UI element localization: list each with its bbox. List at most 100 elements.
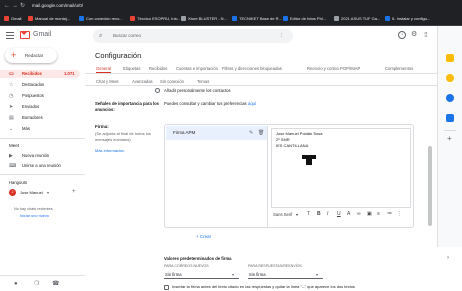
settings-gear-icon[interactable]: ⚙ [411, 31, 417, 39]
settings-subtab[interactable]: Avanzadas [132, 78, 153, 85]
bookmark-item[interactable]: 2021 ASUS TUF Ga... [334, 15, 384, 23]
search-icon[interactable]: ⌕ [99, 32, 102, 40]
keep-icon[interactable] [446, 74, 454, 82]
help-icon[interactable]: ? [398, 31, 406, 39]
person-icon[interactable]: ● [14, 280, 18, 288]
star-icon: ☆ [9, 82, 14, 88]
settings-tab[interactable]: Complementos [385, 65, 413, 72]
settings-tab[interactable]: Recibidos [149, 65, 167, 72]
sidebar-item-mas[interactable]: ⌄ Más [0, 125, 85, 133]
sidebar-item-pospuestos[interactable]: ◷ Pospuestos [0, 92, 85, 100]
page-title: Configuración [95, 51, 142, 60]
signature-panel: Firma APM ✎ 🗑 Jose Manuel Poldán Sosa 2º … [164, 124, 414, 228]
contacts-icon[interactable] [446, 114, 454, 122]
reload-icon[interactable]: ↻ [20, 2, 25, 10]
phone-icon[interactable]: ☎ [52, 280, 59, 288]
importance-text: Puedes consultar y cambiar tus preferenc… [164, 101, 247, 106]
bookmark-item[interactable]: Técnico ESOPRU, Inic... [130, 15, 180, 23]
settings-tab[interactable]: Cuentas e importación [176, 65, 218, 72]
signature-image [306, 159, 312, 165]
firma-more-info-link[interactable]: Más información [95, 148, 124, 154]
bookmark-item[interactable]: Con conexión reco... [79, 15, 129, 23]
settings-subtab[interactable]: Sin conexión [160, 78, 184, 85]
bookmark-label: 5- Instalar y configu... [392, 16, 431, 21]
add-addon-icon[interactable]: + [447, 134, 452, 143]
underline-icon[interactable]: U [337, 211, 341, 218]
hangouts-start-link[interactable]: Iniciar uno nuevo [20, 213, 49, 219]
meet-title: Meet [9, 143, 20, 148]
settings-subtab[interactable]: Chat y Meet [96, 78, 119, 85]
bookmark-item[interactable]: 5- Instalar y configu... [385, 15, 435, 23]
add-chat-button[interactable]: + [72, 188, 76, 196]
compose-button[interactable]: + Redactar [5, 48, 57, 63]
sidebar-item-destacados[interactable]: ☆ Destacados [0, 81, 85, 89]
bookmark-favicon-icon [28, 16, 33, 21]
link-icon[interactable]: ∞ [357, 211, 361, 218]
bookmark-item[interactable]: Xtore BLUSTER - N... [181, 15, 231, 23]
bookmark-favicon-icon [4, 16, 9, 21]
settings-tab[interactable]: Filtros y direcciones bloqueadas [222, 65, 282, 72]
text-size-icon[interactable]: T [307, 211, 310, 218]
clock-icon: ◷ [9, 93, 14, 99]
delete-trash-icon[interactable]: 🗑 [258, 129, 264, 137]
side-panel: + › [437, 26, 462, 261]
bookmark-item[interactable]: Editor de fotos Phl... [283, 15, 333, 23]
bookmark-item[interactable]: Manual de montaj... [28, 15, 78, 23]
search-box[interactable]: ⌕ Buscar correo ⫶ [93, 29, 293, 43]
settings-subtab[interactable]: Temas [197, 78, 209, 85]
text-color-icon[interactable]: A [347, 211, 350, 218]
signature-list-item[interactable]: Firma APM ✎ 🗑 [166, 126, 267, 140]
sidebar-item-recibidos[interactable]: ▭ Recibidos 1.071 [0, 70, 80, 78]
importance-link[interactable]: aquí [248, 101, 256, 107]
create-signature-button[interactable]: + Crear [196, 233, 211, 240]
signature-editor[interactable]: Jose Manuel Poldán Sosa 2º SMR IES CANTILL… [271, 128, 411, 208]
unread-count: 1.071 [64, 71, 75, 76]
chat-bubble-icon[interactable]: ❍ [34, 280, 39, 288]
search-options-icon[interactable]: ⫶ [281, 32, 282, 40]
reply-select[interactable]: Sin firma ▾ [248, 271, 323, 279]
bookmark-favicon-icon [385, 16, 390, 21]
settings-tab[interactable]: General [96, 65, 111, 73]
apps-grid-icon[interactable]: ⣿ [424, 31, 428, 39]
bookmark-item[interactable]: Gmail [4, 15, 26, 23]
bold-icon[interactable]: B [317, 211, 321, 218]
menu-icon[interactable] [6, 32, 14, 39]
align-icon[interactable]: ≡ [377, 211, 380, 218]
edit-pencil-icon[interactable]: ✎ [249, 129, 253, 137]
back-icon[interactable]: ← [4, 2, 10, 10]
italic-icon[interactable]: I [327, 211, 328, 218]
new-emails-label: PARA CORREOS NUEVOS [164, 264, 209, 268]
forward-icon[interactable]: → [12, 2, 18, 10]
font-selector[interactable]: Sans Serif [273, 211, 292, 218]
list-icon[interactable]: ≔ [387, 211, 392, 218]
main-scrollbar[interactable] [428, 146, 432, 226]
chevron-right-icon[interactable]: › [447, 254, 449, 262]
editor-scrollbar[interactable] [410, 131, 411, 205]
divider [444, 130, 456, 131]
settings-tab[interactable]: Etiquetas [123, 65, 140, 72]
reply-label: PARA RESPUESTAS/REENVÍOS [248, 264, 302, 268]
chevron-down-icon[interactable]: ▾ [296, 211, 298, 218]
search-input[interactable]: Buscar correo [113, 32, 141, 40]
image-icon[interactable]: ▣ [367, 211, 372, 218]
firma-title: Firma: [95, 124, 109, 129]
insert-signature-checkbox[interactable] [164, 285, 169, 290]
meet-item[interactable]: ⌨ Unirse a una reunión [0, 162, 85, 170]
bookmark-label: Xtore BLUSTER - N... [188, 16, 227, 21]
bookmark-label: Editor de fotos Phl... [290, 16, 327, 21]
sidebar-item-borradores[interactable]: ▤ Borradores [0, 114, 85, 122]
meet-item[interactable]: ▶ Nueva reunión [0, 152, 85, 160]
more-icon[interactable]: ⋮ [397, 211, 402, 218]
hangouts-user[interactable]: Jose Manuel [20, 189, 43, 196]
radio-button[interactable] [155, 88, 160, 93]
url-text[interactable]: mail.google.com/mail/u/0/ [32, 1, 83, 11]
tasks-icon[interactable] [446, 94, 454, 102]
sidebar-item-enviados[interactable]: ➤ Enviados [0, 103, 85, 111]
insert-signature-label: Insertar la firma antes del texto citado… [172, 284, 355, 289]
chevron-down-icon[interactable]: ▾ [47, 189, 49, 196]
bookmark-item[interactable]: TECNIKET Base de R... [232, 15, 282, 23]
settings-tab[interactable]: Reenvío y correo POP/IMAP [307, 65, 360, 72]
bookmark-favicon-icon [334, 16, 339, 21]
new-emails-select[interactable]: Sin firma ▾ [164, 271, 239, 279]
calendar-icon[interactable] [446, 54, 454, 62]
